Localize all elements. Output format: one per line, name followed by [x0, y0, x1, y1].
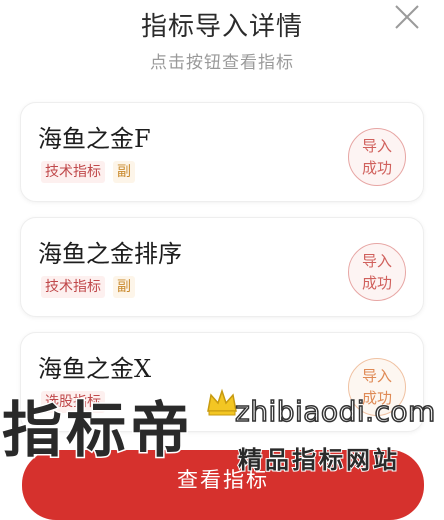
watermark-logo-text: 指标帝	[1, 395, 194, 468]
import-success-stamp: 导入 成功	[348, 243, 406, 301]
indicator-card[interactable]: 海鱼之金排序 技术指标 副 导入 成功	[20, 217, 424, 317]
dialog-subtitle: 点击按钮查看指标	[150, 53, 294, 73]
indicator-card[interactable]: 海鱼之金F 技术指标 副 导入 成功	[20, 102, 424, 202]
indicator-type-tag: 技术指标	[41, 276, 105, 298]
stamp-line: 导入	[361, 367, 392, 385]
indicator-name: 海鱼之金排序	[38, 240, 182, 268]
import-success-stamp: 导入 成功	[348, 128, 406, 186]
dialog-header: 指标导入详情 点击按钮查看指标	[0, 0, 444, 95]
dialog-title: 指标导入详情	[140, 12, 303, 42]
indicator-name: 海鱼之金F	[38, 125, 151, 153]
stamp-line: 导入	[361, 252, 392, 270]
close-icon[interactable]	[392, 2, 422, 32]
stamp-line: 成功	[361, 159, 392, 177]
indicator-tags: 技术指标 副	[41, 161, 135, 183]
indicator-sub-tag: 副	[113, 161, 135, 183]
indicator-name: 海鱼之金X	[38, 355, 152, 383]
indicator-sub-tag: 副	[113, 276, 135, 298]
indicator-type-tag: 技术指标	[41, 161, 105, 183]
indicator-tags: 技术指标 副	[41, 276, 135, 298]
watermark-domain: zhibiaodi.com	[234, 394, 436, 429]
watermark-slogan: 精品指标网站	[237, 445, 400, 475]
stamp-line: 成功	[361, 274, 392, 292]
crown-icon	[207, 388, 237, 416]
stamp-line: 导入	[361, 137, 392, 155]
